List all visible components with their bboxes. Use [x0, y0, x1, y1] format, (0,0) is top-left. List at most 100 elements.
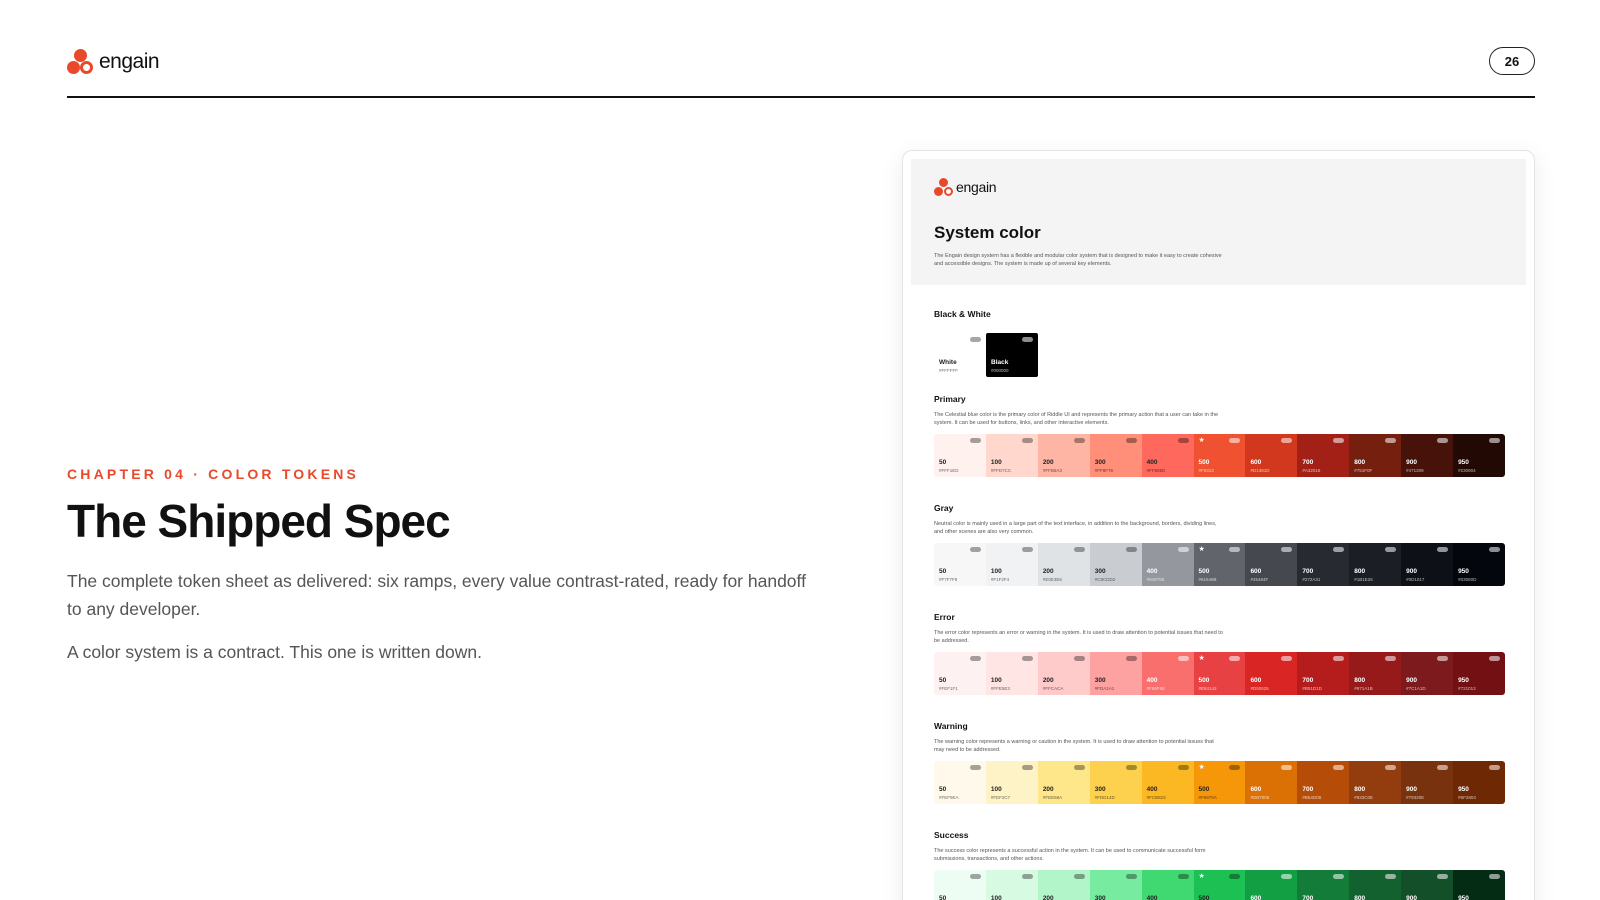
- contrast-pill: [1073, 765, 1085, 770]
- brand-logo: engain: [67, 48, 160, 76]
- swatch-hex: #FFCACA: [1042, 686, 1064, 691]
- swatch-success-700: 700: [1297, 870, 1350, 900]
- contrast-pill: [1488, 547, 1500, 552]
- contrast-pill: [1073, 438, 1085, 443]
- swatch-hex: #C9CDD2: [1094, 577, 1116, 582]
- swatch-step: 800: [1354, 459, 1366, 466]
- swatch-warning-800: 800 #933C0E: [1349, 761, 1402, 804]
- swatch-step: 100: [990, 895, 1002, 900]
- swatch-error-300: 300 #FDA1A1: [1089, 652, 1142, 695]
- swatch-step: 300: [1094, 786, 1106, 793]
- contrast-pill: [1281, 547, 1293, 552]
- base-star-icon: ★: [1198, 546, 1205, 553]
- contrast-pill: [1022, 337, 1033, 342]
- engain-logo-icon: [934, 177, 954, 197]
- success-ramp: 50 100 200 300 400 ★ 500 600 700 800 900 950: [934, 870, 1505, 900]
- swatch-step: 600: [1250, 568, 1262, 575]
- swatch-step: 300: [1094, 568, 1106, 575]
- swatch-white: White #FFFFFF: [934, 333, 986, 377]
- swatch-warning-200: 200 #FEE68A: [1037, 761, 1090, 804]
- swatch-step: 50: [939, 677, 947, 684]
- contrast-pill: [1385, 547, 1397, 552]
- swatch-gray-200: 200 #E0E3E6: [1037, 543, 1090, 586]
- swatch-primary-800: 800 #751F0F: [1349, 434, 1402, 477]
- swatch-step: 950: [1458, 786, 1469, 793]
- primary-description: The Celestial blue color is the primary …: [934, 412, 1218, 426]
- contrast-pill: [969, 438, 981, 443]
- swatch-step: 900: [1406, 459, 1418, 466]
- swatch-primary-50: 50 #FFF1ED: [934, 434, 986, 477]
- contrast-pill: [1125, 874, 1137, 879]
- swatch-step: 700: [1302, 568, 1314, 575]
- contrast-pill: [1229, 438, 1241, 443]
- swatch-hex: #94979E: [1146, 577, 1165, 582]
- token-sheet-brand: engain: [934, 177, 997, 197]
- swatch-step: 900: [1406, 568, 1418, 575]
- swatch-step: 800: [1354, 895, 1366, 900]
- swatch-step: 800: [1354, 786, 1366, 793]
- swatch-error-100: 100 #FFE5E3: [985, 652, 1038, 695]
- swatch-gray-800: 800 #1B1E25: [1349, 543, 1402, 586]
- intro-section: CHAPTER 04 · COLOR TOKENS The Shipped Sp…: [67, 466, 827, 665]
- token-sheet-brand-name: engain: [956, 179, 997, 195]
- swatch-error-950: 950 #721013: [1453, 652, 1505, 695]
- swatch-error-900: 900 #7C1A1D: [1401, 652, 1454, 695]
- swatch-step: 200: [1042, 786, 1054, 793]
- primary-label: Primary: [934, 394, 966, 404]
- swatch-success-950: 950: [1453, 870, 1505, 900]
- gray-ramp: 50 #F7F7F8 100 #F1F2F4 200 #E0E3E6 300 #C9CDD2 4…: [934, 543, 1505, 586]
- swatch-step: 500: [1198, 568, 1210, 575]
- swatch-primary-200: 200 #FFB5A3: [1037, 434, 1090, 477]
- swatch-step: 500: [1198, 895, 1210, 900]
- swatch-gray-950: 950 #03060D: [1453, 543, 1505, 586]
- swatch-step: 400: [1146, 677, 1158, 684]
- error-description: The error color represents an error or w…: [934, 630, 1223, 644]
- swatch-hex: #61646B: [1198, 577, 1217, 582]
- swatch-step: 100: [990, 677, 1002, 684]
- swatch-gray-500: ★ 500 #61646B: [1193, 543, 1246, 586]
- swatch-hex: #79320E: [1406, 795, 1425, 800]
- swatch-step: 950: [1458, 677, 1469, 684]
- swatch-hex: #000000: [991, 368, 1009, 373]
- contrast-pill: [1385, 874, 1397, 879]
- swatch-black: Black #000000: [986, 333, 1038, 377]
- swatch-step: 950: [1458, 568, 1469, 575]
- contrast-pill: [1021, 765, 1033, 770]
- contrast-pill: [1488, 656, 1500, 661]
- swatch-success-900: 900: [1401, 870, 1454, 900]
- warning-ramp: 50 #FEF9EA 100 #FEF2C7 200 #FEE68A 300 #FDD14D 4…: [934, 761, 1505, 804]
- contrast-pill: [969, 765, 981, 770]
- swatch-hex: #F86F6E: [1146, 686, 1166, 691]
- swatch-step: 500: [1198, 459, 1210, 466]
- swatch-warning-400: 400 #FCB823: [1141, 761, 1194, 804]
- chapter-eyebrow: CHAPTER 04 · COLOR TOKENS: [67, 466, 360, 482]
- swatch-gray-400: 400 #94979E: [1141, 543, 1194, 586]
- swatch-step: 400: [1146, 568, 1158, 575]
- swatch-step: 700: [1302, 459, 1314, 466]
- swatch-success-50: 50: [934, 870, 986, 900]
- contrast-pill: [1281, 438, 1293, 443]
- swatch-hex: #FCB823: [1146, 795, 1166, 800]
- swatch-step: 700: [1302, 786, 1314, 793]
- swatch-hex: #E84143: [1198, 686, 1217, 691]
- swatch-hex: #7C1A1D: [1406, 686, 1426, 691]
- swatch-hex: #D1381D: [1250, 468, 1270, 473]
- contrast-pill: [1333, 547, 1345, 552]
- swatch-step: 400: [1146, 895, 1158, 900]
- contrast-pill: [969, 656, 981, 661]
- contrast-pill: [1229, 656, 1241, 661]
- swatch-step: 400: [1146, 459, 1158, 466]
- swatch-step: 50: [939, 568, 947, 575]
- contrast-pill: [1073, 547, 1085, 552]
- swatch-step: 300: [1094, 895, 1106, 900]
- swatch-hex: #FFFFFF: [939, 368, 958, 373]
- contrast-pill: [1021, 656, 1033, 661]
- swatch-warning-50: 50 #FEF9EA: [934, 761, 986, 804]
- swatch-primary-600: 600 #D1381D: [1245, 434, 1298, 477]
- contrast-pill: [1021, 547, 1033, 552]
- contrast-pill: [1488, 438, 1500, 443]
- contrast-pill: [1125, 438, 1137, 443]
- swatch-hex: #933C0E: [1354, 795, 1374, 800]
- swatch-name: White: [939, 359, 957, 366]
- gray-label: Gray: [934, 503, 954, 513]
